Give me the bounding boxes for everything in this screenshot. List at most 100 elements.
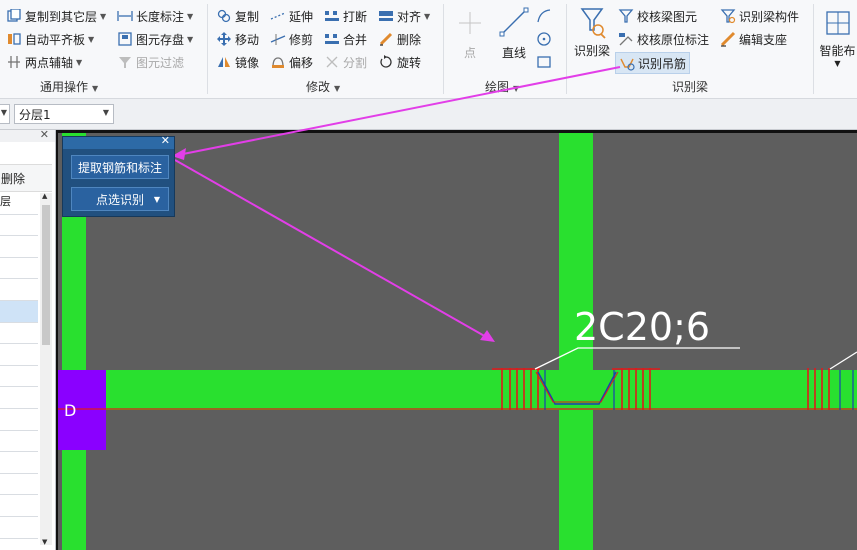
mirror-icon	[216, 54, 232, 70]
edit-support-button[interactable]: 编辑支座	[720, 29, 787, 49]
check-beam-element-button[interactable]: 校核梁图元	[618, 6, 697, 26]
separator	[207, 4, 208, 94]
copy-to-other-layer-button[interactable]: 复制到其它层 ▼	[6, 6, 106, 26]
left-panel-scrollbar[interactable]: ▲ ▼	[40, 192, 52, 546]
rectangle-button[interactable]	[536, 52, 555, 72]
align-button[interactable]: 对齐 ▼	[378, 6, 430, 26]
copy-icon	[216, 8, 232, 24]
general-ops-group-label[interactable]: 通用操作 ▼	[40, 78, 98, 95]
separator	[566, 4, 567, 94]
list-item[interactable]	[0, 236, 38, 258]
rotate-icon	[378, 54, 394, 70]
break-button[interactable]: 打断	[324, 6, 367, 26]
scroll-up-icon[interactable]: ▲	[42, 192, 47, 200]
save-element-icon	[117, 31, 133, 47]
rotate-label: 旋转	[397, 55, 422, 70]
split-button[interactable]: 分割	[324, 52, 367, 72]
identify-hanger-rebar-button[interactable]: 识别吊筋	[615, 52, 691, 74]
extract-rebar-annotation-button[interactable]: 提取钢筋和标注	[71, 155, 169, 179]
point-icon	[459, 12, 481, 34]
separator	[813, 4, 814, 94]
list-item[interactable]	[0, 215, 38, 237]
pick-identify-label: 点选识别	[95, 192, 144, 207]
list-item[interactable]	[0, 517, 38, 539]
smart-layout-label: 智能布	[819, 44, 856, 58]
close-icon[interactable]: ✕	[40, 128, 49, 141]
list-item[interactable]	[0, 366, 38, 388]
smart-layout-icon	[825, 11, 850, 35]
copy-button[interactable]: 复制	[216, 6, 259, 26]
drawing-canvas[interactable]	[56, 130, 857, 550]
arc-button[interactable]	[536, 6, 555, 26]
split-icon	[324, 54, 340, 70]
smart-layout-button[interactable]: 智能布 ▼	[818, 6, 857, 68]
close-icon[interactable]: ✕	[161, 134, 170, 147]
two-point-axis-button[interactable]: 两点辅轴 ▼	[6, 52, 82, 72]
extend-button[interactable]: 延伸	[270, 6, 313, 26]
identify-beam-component-button[interactable]: 识别梁构件	[720, 6, 799, 26]
merge-button[interactable]: 合并	[324, 29, 367, 49]
edit-support-label: 编辑支座	[739, 32, 788, 47]
element-filter-button[interactable]: 图元过滤	[117, 52, 184, 72]
rotate-button[interactable]: 旋转	[378, 52, 421, 72]
identify-beam-button[interactable]: 识别梁	[573, 6, 611, 59]
delete-button[interactable]: 删除	[378, 29, 421, 49]
list-item[interactable]	[0, 474, 38, 496]
scroll-down-icon[interactable]: ▼	[42, 538, 47, 546]
trim-label: 修剪	[289, 32, 314, 47]
chevron-down-icon[interactable]: ▼	[154, 195, 160, 204]
modify-group-label[interactable]: 修改 ▼	[306, 78, 340, 95]
left-panel-toolbar: 删除	[0, 164, 52, 192]
merge-icon	[324, 31, 340, 47]
list-item[interactable]	[0, 344, 38, 366]
offset-label: 偏移	[289, 55, 314, 70]
check-beam-label: 校核梁图元	[637, 9, 698, 24]
chevron-down-icon: ▼	[102, 108, 109, 117]
offset-button[interactable]: 偏移	[270, 52, 313, 72]
point-button[interactable]: 点	[458, 8, 482, 61]
line-label: 直线	[501, 46, 526, 60]
save-element-button[interactable]: 图元存盘 ▼	[117, 29, 193, 49]
draw-group-label[interactable]: 绘图 ▼	[485, 78, 519, 95]
circle-icon	[536, 31, 552, 47]
check-in-place-annotation-button[interactable]: 校核原位标注	[618, 29, 709, 49]
filter-icon	[117, 54, 133, 70]
floor-list-header: 层	[0, 193, 38, 215]
auto-align-slab-button[interactable]: 自动平齐板 ▼	[6, 29, 94, 49]
list-item[interactable]	[0, 258, 38, 280]
list-item[interactable]	[0, 279, 38, 301]
trim-button[interactable]: 修剪	[270, 29, 313, 49]
secondary-toolbar: ▼ 分层1 ▼	[0, 99, 857, 130]
identify-beam-label: 识别梁	[573, 44, 610, 58]
identify-beam-component-icon	[720, 8, 736, 24]
list-item[interactable]	[0, 452, 38, 474]
floating-panel-titlebar[interactable]: ✕	[63, 134, 174, 149]
list-item[interactable]	[0, 409, 38, 431]
move-button[interactable]: 移动	[216, 29, 259, 49]
check-annotation-icon	[618, 31, 634, 47]
delete-floor-button[interactable]: 删除	[1, 170, 25, 187]
pick-identify-button[interactable]: 点选识别 ▼	[71, 187, 169, 211]
hanger-rebar-label: 识别吊筋	[638, 56, 687, 71]
mirror-button[interactable]: 镜像	[216, 52, 259, 72]
layer-select[interactable]: 分层1 ▼	[14, 104, 114, 124]
list-item[interactable]	[0, 495, 38, 517]
list-item[interactable]	[0, 323, 38, 345]
list-item[interactable]	[0, 387, 38, 409]
delete-label: 删除	[397, 32, 422, 47]
recognize-beam-group-label: 识别梁	[672, 80, 709, 94]
list-item[interactable]	[0, 431, 38, 453]
circle-button[interactable]	[536, 29, 555, 49]
separator	[443, 4, 444, 94]
align-slab-icon	[6, 31, 22, 47]
line-button[interactable]: 直线	[498, 6, 530, 61]
length-dimension-label: 长度标注	[136, 9, 185, 24]
scroll-thumb[interactable]	[42, 205, 50, 345]
extend-label: 延伸	[289, 9, 314, 24]
dimension-icon	[117, 8, 133, 24]
axis-icon	[6, 54, 22, 70]
floor-select[interactable]: ▼	[0, 104, 10, 124]
list-item-selected[interactable]	[0, 300, 38, 323]
length-dimension-button[interactable]: 长度标注 ▼	[117, 6, 193, 26]
delete-icon	[378, 31, 394, 47]
